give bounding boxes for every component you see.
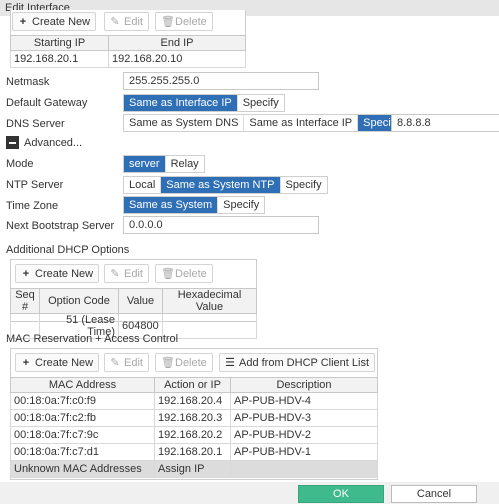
- ip-range-create-new-button[interactable]: + Create New: [12, 12, 97, 31]
- timezone-toggle[interactable]: Same as System Specify: [123, 196, 266, 214]
- column-header: Hexadecimal Value: [162, 288, 257, 314]
- delete-label: Delete: [175, 15, 207, 28]
- list-icon: ☰: [225, 357, 235, 369]
- unknown-mac-row[interactable]: Unknown MAC Addresses Assign IP: [10, 460, 378, 478]
- gateway-label: Default Gateway: [6, 97, 88, 109]
- delete-label: Delete: [175, 356, 207, 369]
- timezone-label: Time Zone: [6, 200, 59, 212]
- column-header: Value: [118, 288, 163, 314]
- mac-address-cell: Unknown MAC Addresses: [10, 460, 155, 478]
- table-cell: 192.168.20.10: [108, 50, 246, 68]
- mac-address-cell: 00:18:0a:7f:c0:f9: [10, 392, 155, 410]
- plus-icon: +: [22, 267, 30, 280]
- edit-label: Edit: [124, 15, 143, 28]
- timezone-option-specify[interactable]: Specify: [218, 197, 264, 213]
- ip-cell: 192.168.20.2: [154, 426, 231, 444]
- gateway-option-specify[interactable]: Specify: [238, 95, 284, 111]
- description-cell: AP-PUB-HDV-3: [230, 409, 378, 427]
- mac-address-cell: 00:18:0a:7f:c7:9c: [10, 426, 155, 444]
- dhcp-create-new-button[interactable]: + Create New: [15, 264, 100, 283]
- timezone-option-system[interactable]: Same as System: [124, 197, 219, 213]
- column-header: Action or IP: [154, 377, 231, 393]
- dns-input[interactable]: 8.8.8.8: [391, 114, 499, 132]
- edit-label: Edit: [124, 267, 143, 280]
- column-header: Starting IP: [10, 35, 109, 51]
- ntp-label: NTP Server: [6, 179, 64, 191]
- mac-section-title: MAC Reservation + Access Control: [6, 333, 179, 345]
- netmask-input[interactable]: 255.255.255.0: [123, 72, 319, 90]
- dns-label: DNS Server: [6, 118, 65, 130]
- dhcp-edit-button[interactable]: ✎ Edit: [104, 264, 149, 283]
- description-cell: AP-PUB-HDV-4: [230, 392, 378, 410]
- ip-cell: 192.168.20.3: [154, 409, 231, 427]
- create-new-label: Create New: [35, 267, 94, 280]
- pencil-icon: ✎: [110, 357, 120, 369]
- dns-toggle[interactable]: Same as System DNS Same as Interface IP …: [123, 114, 406, 132]
- ntp-toggle[interactable]: Local Same as System NTP Specify: [123, 176, 328, 194]
- ip-cell: 192.168.20.1: [154, 443, 231, 461]
- column-header: Seq #: [10, 288, 40, 314]
- mode-option-server[interactable]: server: [124, 156, 166, 172]
- description-cell: AP-PUB-HDV-1: [230, 443, 378, 461]
- delete-label: Delete: [175, 267, 207, 280]
- dhcp-options-table: Seq # Option Code Value Hexadecimal Valu…: [10, 288, 257, 339]
- gateway-toggle[interactable]: Same as Interface IP Specify: [123, 94, 285, 112]
- collapse-icon: [6, 136, 19, 149]
- mac-create-new-button[interactable]: + Create New: [15, 353, 100, 372]
- table-row[interactable]: 00:18:0a:7f:c2:fb 192.168.20.3 AP-PUB-HD…: [10, 409, 378, 427]
- ntp-option-system[interactable]: Same as System NTP: [161, 177, 281, 193]
- dhcp-delete-button[interactable]: 🗑 Delete: [155, 264, 213, 283]
- gateway-option-same-as-interface[interactable]: Same as Interface IP: [124, 95, 238, 111]
- column-header: Description: [230, 377, 378, 393]
- ip-range-edit-button[interactable]: ✎ Edit: [104, 12, 149, 31]
- create-new-label: Create New: [35, 356, 94, 369]
- dns-option-interface-ip[interactable]: Same as Interface IP: [244, 115, 359, 131]
- create-new-label: Create New: [32, 15, 91, 28]
- action-cell: Assign IP: [154, 460, 231, 478]
- ip-range-delete-button[interactable]: 🗑 Delete: [155, 12, 213, 31]
- mac-delete-button[interactable]: 🗑 Delete: [155, 353, 213, 372]
- plus-icon: +: [22, 356, 30, 369]
- edit-label: Edit: [124, 356, 143, 369]
- description-cell: AP-PUB-HDV-2: [230, 426, 378, 444]
- trash-icon: 🗑: [161, 357, 175, 369]
- table-row[interactable]: 00:18:0a:7f:c7:d1 192.168.20.1 AP-PUB-HD…: [10, 443, 378, 461]
- description-cell: [230, 460, 378, 478]
- dhcp-options-title: Additional DHCP Options: [6, 244, 130, 256]
- mac-address-cell: 00:18:0a:7f:c7:d1: [10, 443, 155, 461]
- table-row[interactable]: 192.168.20.1 192.168.20.10: [10, 50, 246, 68]
- mac-edit-button[interactable]: ✎ Edit: [104, 353, 149, 372]
- add-from-dhcp-button[interactable]: ☰ Add from DHCP Client List: [219, 353, 376, 372]
- mac-address-cell: 00:18:0a:7f:c2:fb: [10, 409, 155, 427]
- column-header: Option Code: [39, 288, 119, 314]
- plus-icon: +: [19, 15, 27, 28]
- ip-range-table: Starting IP End IP 192.168.20.1 192.168.…: [10, 35, 246, 68]
- bootstrap-input[interactable]: 0.0.0.0: [123, 216, 319, 234]
- netmask-label: Netmask: [6, 76, 50, 88]
- table-cell: 192.168.20.1: [10, 50, 109, 68]
- bootstrap-label: Next Bootstrap Server: [6, 220, 115, 232]
- table-row[interactable]: 00:18:0a:7f:c7:9c 192.168.20.2 AP-PUB-HD…: [10, 426, 378, 444]
- pencil-icon: ✎: [110, 16, 120, 28]
- table-row[interactable]: 00:18:0a:7f:c0:f9 192.168.20.4 AP-PUB-HD…: [10, 392, 378, 410]
- trash-icon: 🗑: [161, 268, 175, 280]
- ok-button[interactable]: OK: [298, 485, 384, 503]
- mode-option-relay[interactable]: Relay: [166, 156, 204, 172]
- pencil-icon: ✎: [110, 268, 120, 280]
- add-from-dhcp-label: Add from DHCP Client List: [239, 356, 370, 369]
- dns-option-system-dns[interactable]: Same as System DNS: [124, 115, 245, 131]
- trash-icon: 🗑: [161, 16, 175, 28]
- mac-table: MAC Address Action or IP Description 00:…: [10, 377, 378, 478]
- mode-label: Mode: [6, 158, 34, 170]
- column-header: End IP: [108, 35, 246, 51]
- column-header: MAC Address: [10, 377, 155, 393]
- ntp-option-specify[interactable]: Specify: [281, 177, 327, 193]
- advanced-toggle[interactable]: Advanced...: [6, 136, 82, 149]
- advanced-label: Advanced...: [24, 136, 83, 149]
- ip-cell: 192.168.20.4: [154, 392, 231, 410]
- ntp-option-local[interactable]: Local: [124, 177, 162, 193]
- cancel-button[interactable]: Cancel: [391, 485, 477, 503]
- mode-toggle[interactable]: server Relay: [123, 155, 205, 173]
